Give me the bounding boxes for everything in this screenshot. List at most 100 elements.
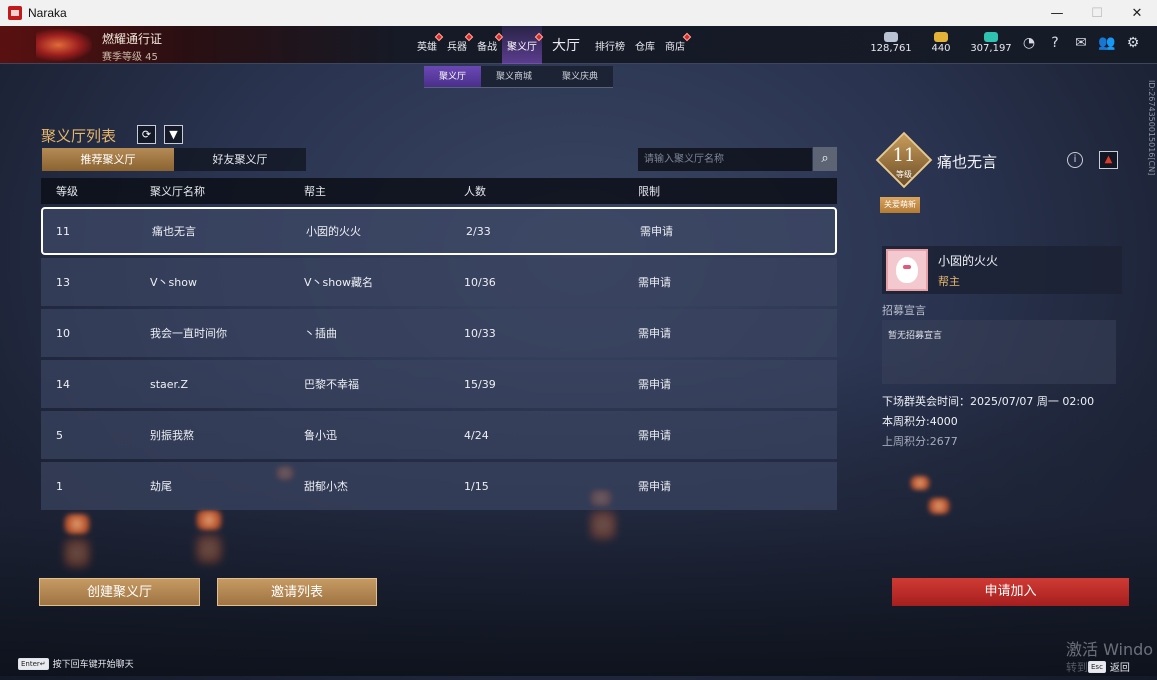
nav-lobby[interactable]: 大厅	[542, 26, 590, 64]
nav-heroes-label: 英雄	[417, 41, 437, 53]
chat-hint[interactable]: Enter↵ 按下回车键开始聊天	[18, 657, 134, 670]
nav-shop-label: 商店	[665, 41, 685, 53]
refresh-icon[interactable]: ⟳	[137, 125, 156, 144]
silver-coin-icon	[884, 32, 898, 42]
filter-icon[interactable]: ▼	[164, 125, 183, 144]
last-week-score: 上周积分:2677	[882, 435, 958, 448]
tab-friends[interactable]: 好友聚义厅	[174, 148, 306, 171]
row-leader: V丶show藏名	[304, 276, 373, 289]
subtab-guild-shop[interactable]: 聚义商城	[481, 66, 548, 87]
guild-search-input[interactable]: 请输入聚义厅名称	[638, 148, 812, 171]
table-row[interactable]: 10 我会一直时间你 丶插曲 10/33 需申请	[41, 309, 837, 357]
invite-list-button[interactable]: 邀请列表	[217, 578, 377, 606]
row-leader: 丶插曲	[304, 327, 337, 340]
close-button[interactable]: ✕	[1117, 0, 1157, 26]
col-level: 等级	[56, 185, 78, 198]
table-row[interactable]: 11 痛也无言 小囡的火火 2/33 需申请	[41, 207, 837, 255]
row-name: 别振我熬	[150, 429, 194, 442]
report-warning-icon[interactable]: ▲	[1099, 151, 1118, 169]
tab-recommended[interactable]: 推荐聚义厅	[42, 148, 174, 171]
nav-leaderboard-label: 排行榜	[595, 41, 625, 53]
currency-silver-value: 128,761	[870, 43, 912, 54]
nav-guild-hall-label: 聚义厅	[507, 41, 537, 53]
table-row[interactable]: 5 别振我熬 鲁小迅 4/24 需申请	[41, 411, 837, 459]
lantern-decoration	[928, 498, 950, 514]
maximize-button[interactable]: ☐	[1077, 0, 1117, 26]
row-members: 4/24	[464, 428, 489, 442]
currency-feather-value: 307,197	[970, 43, 1012, 54]
window-titlebar: Naraka — ☐ ✕	[0, 0, 1157, 26]
col-members: 人数	[464, 185, 486, 198]
row-leader: 甜郁小杰	[304, 480, 348, 493]
lantern-decoration	[910, 476, 930, 490]
windows-activation-watermark: 激活 Windo	[1066, 640, 1154, 659]
list-tabs: 推荐聚义厅 好友聚义厅	[42, 148, 306, 171]
row-limit: 需申请	[640, 225, 673, 238]
nav-prepare[interactable]: 备战	[472, 26, 504, 64]
gold-coin-icon	[934, 32, 948, 42]
back-hint[interactable]: Esc 返回	[1088, 659, 1130, 674]
nav-shop[interactable]: 商店	[660, 26, 692, 64]
player-id-text: ID:2674350015016[CN]	[1147, 80, 1156, 176]
row-members: 10/36	[464, 275, 496, 289]
row-level: 10	[56, 326, 70, 340]
search-icon[interactable]: ⌕	[813, 147, 837, 171]
currency-gold-value: 440	[931, 43, 951, 54]
table-header: 等级 聚义厅名称 帮主 人数 限制	[41, 178, 837, 204]
back-hint-text: 返回	[1109, 663, 1130, 674]
currency-feather[interactable]: 307,197	[966, 26, 1016, 64]
info-icon[interactable]: i	[1067, 152, 1083, 168]
currency-gold[interactable]: 440	[916, 26, 966, 64]
row-level: 1	[56, 479, 63, 493]
row-limit: 需申请	[638, 429, 671, 442]
create-guild-button[interactable]: 创建聚义厅	[39, 578, 200, 606]
row-name: staer.Z	[150, 377, 189, 391]
subtab-guild-celebration[interactable]: 聚义庆典	[547, 66, 614, 87]
chat-hint-text: 按下回车键开始聊天	[52, 660, 134, 670]
nav-weapons[interactable]: 兵器	[442, 26, 474, 64]
app-icon	[8, 6, 22, 20]
table-row[interactable]: 1 劫尾 甜郁小杰 1/15 需申请	[41, 462, 837, 510]
minimize-button[interactable]: —	[1037, 0, 1077, 26]
guild-level-number: 11	[892, 145, 916, 166]
row-name: 我会一直时间你	[150, 327, 227, 340]
leader-card[interactable]: 小囡的火火 帮主	[882, 246, 1122, 294]
row-leader: 小囡的火火	[306, 225, 361, 238]
mail-icon[interactable]: ✉	[1072, 34, 1090, 52]
nav-weapons-label: 兵器	[447, 41, 467, 53]
nav-warehouse[interactable]: 仓库	[630, 26, 660, 64]
battle-pass-title[interactable]: 燃耀通行证	[102, 30, 162, 47]
row-members: 15/39	[464, 377, 496, 391]
recruit-text: 暂无招募宣言	[882, 320, 1116, 384]
row-members: 1/15	[464, 479, 489, 493]
battle-pass-emblem-icon[interactable]	[36, 29, 92, 61]
nav-prepare-label: 备战	[477, 41, 497, 53]
row-limit: 需申请	[638, 480, 671, 493]
row-limit: 需申请	[638, 378, 671, 391]
apply-join-button[interactable]: 申请加入	[892, 578, 1129, 606]
nav-leaderboard[interactable]: 排行榜	[590, 26, 630, 64]
table-row[interactable]: 14 staer.Z 巴黎不幸福 15/39 需申请	[41, 360, 837, 408]
currency-silver[interactable]: 128,761	[866, 26, 916, 64]
row-name: 痛也无言	[152, 225, 196, 238]
lantern-reflection	[64, 538, 90, 568]
row-level: 13	[56, 275, 70, 289]
row-members: 2/33	[466, 224, 491, 238]
lantern-decoration	[64, 514, 90, 534]
nav-guild-hall[interactable]: 聚义厅	[502, 26, 544, 64]
lantern-decoration	[196, 510, 222, 530]
help-icon[interactable]: ?	[1046, 34, 1064, 52]
esc-key-icon: Esc	[1088, 660, 1106, 673]
guild-list-title: 聚义厅列表	[41, 127, 117, 145]
friends-icon[interactable]: 👥	[1098, 34, 1116, 52]
leader-avatar	[886, 249, 928, 291]
subtab-guild-hall[interactable]: 聚义厅	[424, 66, 482, 87]
stats-icon[interactable]: ◔	[1020, 34, 1038, 52]
settings-gear-icon[interactable]: ⚙	[1124, 34, 1142, 52]
table-row[interactable]: 13 V丶show V丶show藏名 10/36 需申请	[41, 258, 837, 306]
lantern-reflection	[590, 510, 616, 540]
nav-heroes[interactable]: 英雄	[412, 26, 444, 64]
row-members: 10/33	[464, 326, 496, 340]
leader-name: 小囡的火火	[938, 254, 999, 268]
leader-role: 帮主	[938, 275, 960, 288]
